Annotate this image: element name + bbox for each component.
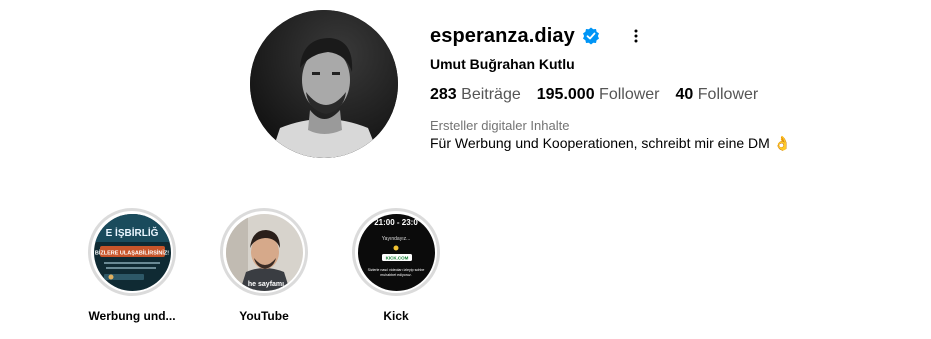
highlight-kick[interactable]: 21:00 - 23:0 Yayındayız... KICK.COM Sizl… [346, 208, 446, 323]
full-name: Umut Buğrahan Kutlu [430, 56, 575, 72]
svg-text:BİZLERE ULAŞABİLİRSİNİZ!: BİZLERE ULAŞABİLİRSİNİZ! [94, 249, 168, 256]
highlight-label: Kick [383, 309, 409, 323]
profile-bio: Für Werbung und Kooperationen, schreibt … [430, 135, 792, 151]
svg-text:Yayındayız...: Yayındayız... [381, 236, 410, 242]
profile-category: Ersteller digitaler Inhalte [430, 118, 570, 133]
more-options-icon[interactable] [628, 26, 644, 46]
verified-badge-icon [582, 27, 600, 45]
highlight-label: YouTube [239, 309, 289, 323]
following-link[interactable]: 40 Follower [676, 86, 759, 104]
svg-text:he sayfamı: he sayfamı [247, 281, 283, 288]
username: esperanza.diay [430, 24, 575, 47]
highlight-youtube[interactable]: he sayfamı YouTube [214, 208, 314, 323]
highlight-cover-image: he sayfamı [225, 213, 303, 291]
svg-text:muhabbet ediyoruz.: muhabbet ediyoruz. [380, 273, 412, 277]
svg-text:21:00 - 23:0: 21:00 - 23:0 [374, 218, 418, 227]
svg-text:E İŞBİRLİĞ: E İŞBİRLİĞ [105, 226, 158, 239]
followers-link[interactable]: 195.000 Follower [537, 86, 660, 104]
posts-count: 283 Beiträge [430, 86, 521, 103]
profile-avatar[interactable] [250, 10, 398, 158]
highlight-cover-image: E İŞBİRLİĞ BİZLERE ULAŞABİLİRSİNİZ! [93, 213, 171, 291]
highlight-werbung[interactable]: E İŞBİRLİĞ BİZLERE ULAŞABİLİRSİNİZ! Werb… [82, 208, 182, 323]
svg-text:Sizlerle nasıl videoları izley: Sizlerle nasıl videoları izleyip sohbe [367, 268, 424, 272]
highlight-cover-image: 21:00 - 23:0 Yayındayız... KICK.COM Sizl… [357, 213, 435, 291]
highlight-label: Werbung und... [88, 309, 176, 323]
profile-stats: 283 Beiträge 195.000 Follower 40 Followe… [430, 86, 774, 104]
svg-text:KICK.COM: KICK.COM [385, 255, 408, 260]
